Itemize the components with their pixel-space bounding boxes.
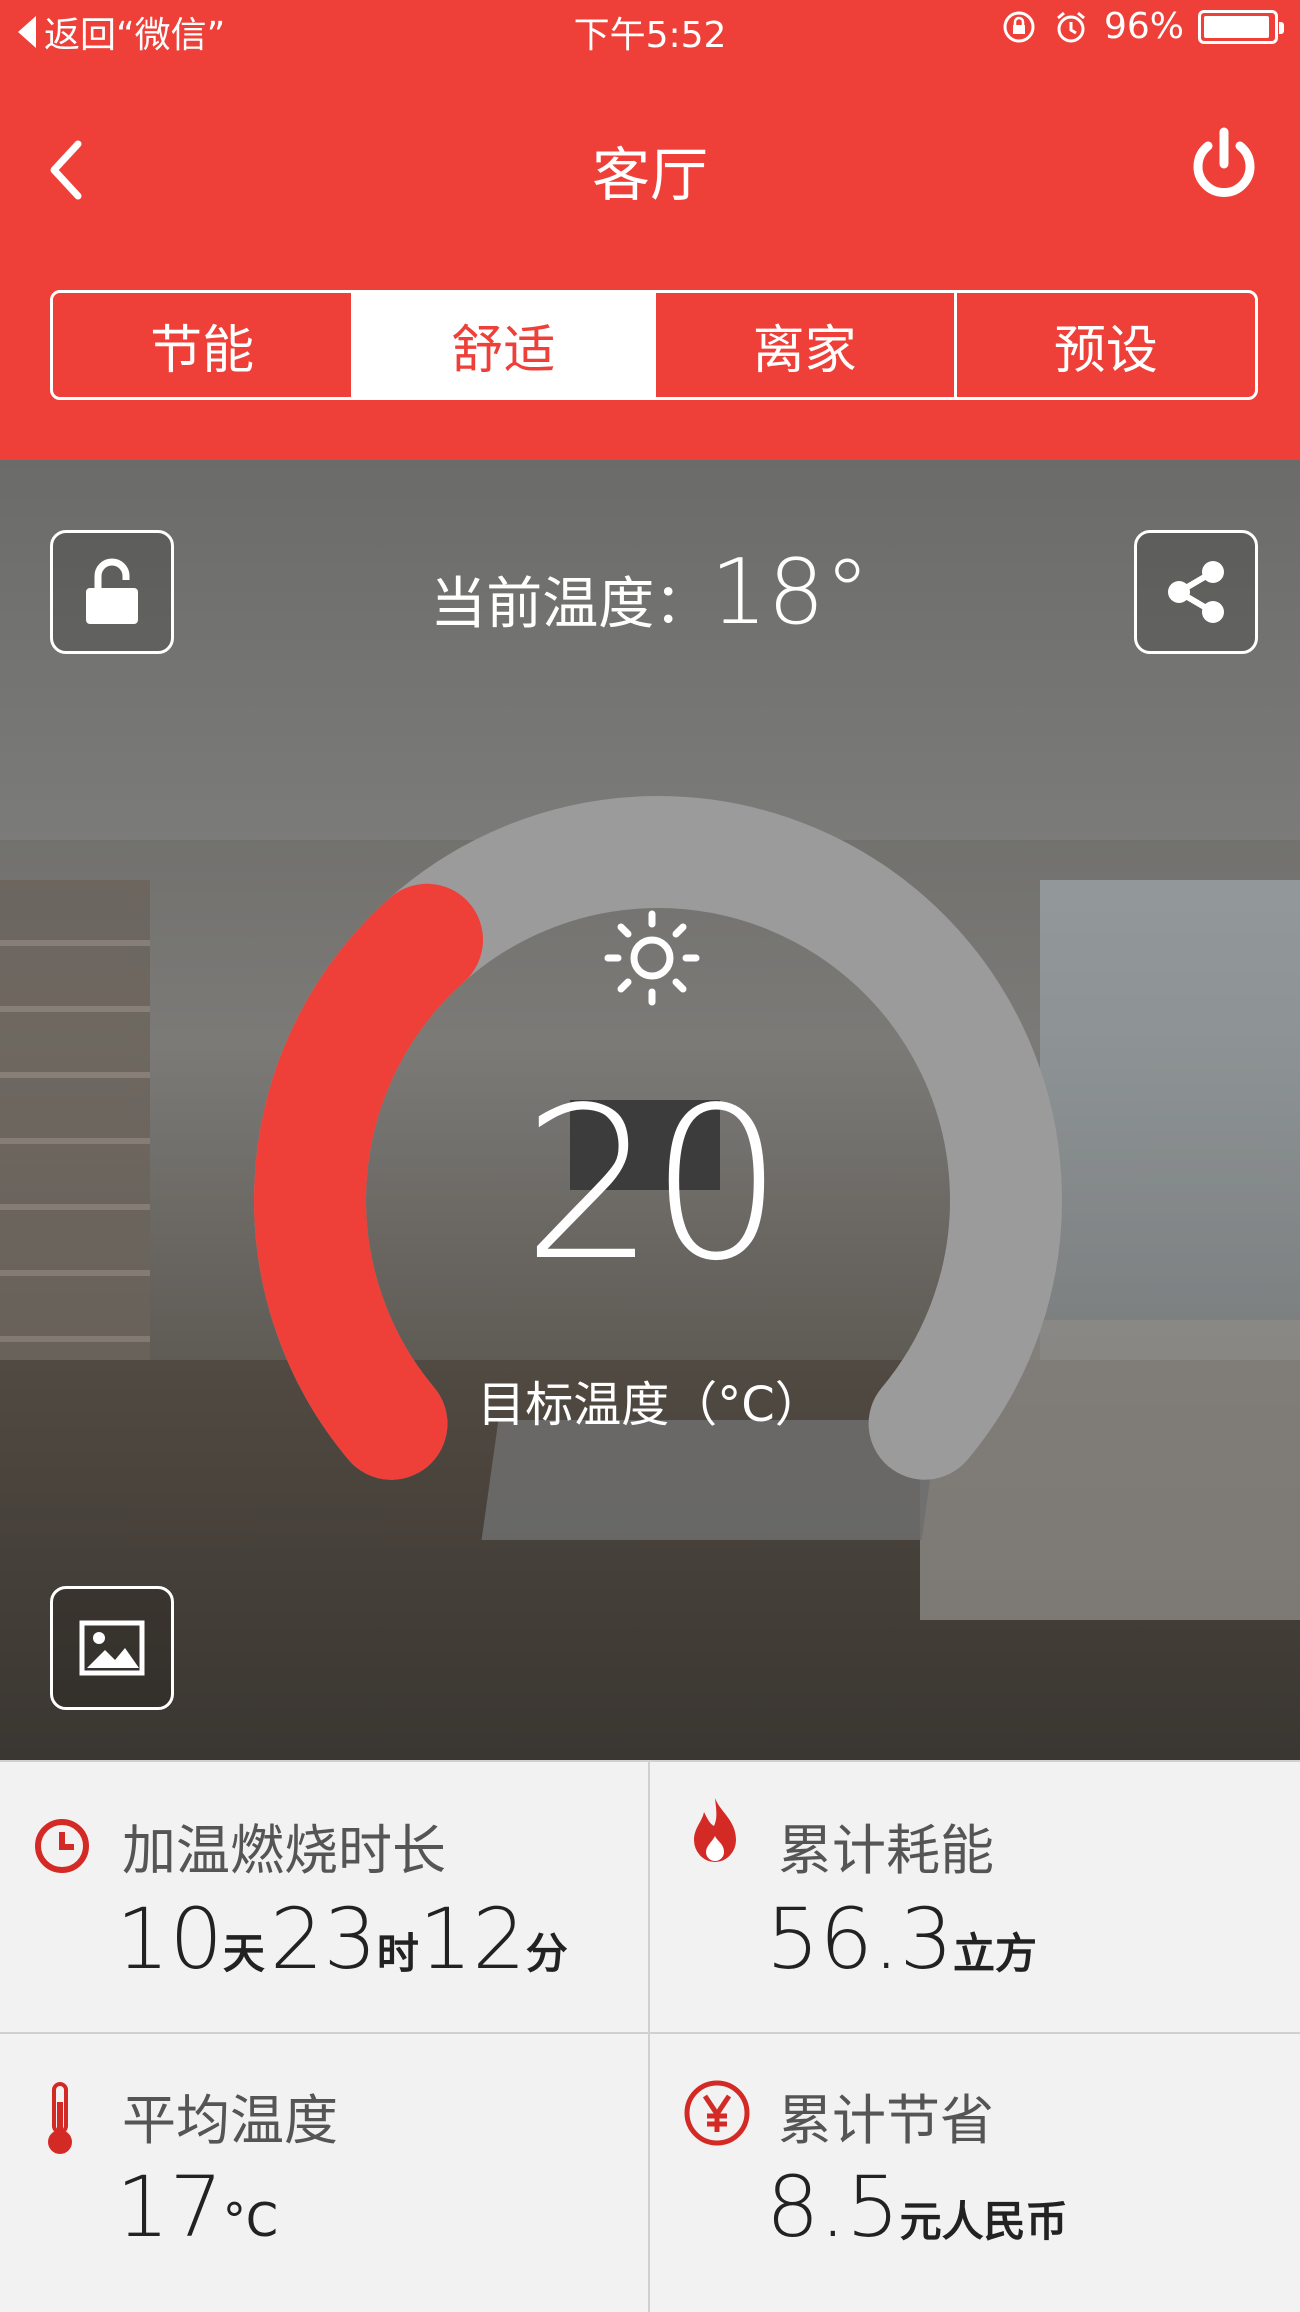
clock-icon [35,1819,89,1873]
target-temp-value: 20 [522,1062,783,1307]
avg-temp-label: 平均温度 [122,2089,338,2152]
burn-time-label: 加温燃烧时长 [122,1819,446,1882]
burn-days-unit: 天 [222,1929,265,1978]
stat-burn-time: 加温燃烧时长 10天 23时12分 [0,1762,648,2032]
sun-icon [604,910,700,1006]
avg-temp-amount: 17 [116,2158,223,2256]
stat-energy: 累计耗能 56.3立方 [650,1762,1300,2032]
thermometer-icon [48,2082,72,2154]
burn-minutes: 12 [418,1890,526,1988]
tab-energy-saving[interactable]: 节能 [53,293,355,397]
page-title: 客厅 [591,141,708,209]
burn-minutes-unit: 分 [525,1929,568,1978]
tab-preset[interactable]: 预设 [957,293,1255,397]
stats-panel: 加温燃烧时长 10天 23时12分 累计耗能 56.3立方 平均温度 17°C [0,1760,1300,2312]
burn-time-value: 10天 23时12分 [116,1890,568,1988]
target-temp-label: 目标温度（°C） [477,1377,823,1433]
rotation-lock-icon [1003,11,1035,42]
avg-temp-value: 17°C [116,2158,278,2256]
savings-label: 累计节省 [778,2089,994,2152]
energy-amount: 56.3 [766,1890,954,1988]
battery-icon [1198,9,1284,44]
tab-comfort[interactable]: 舒适 [354,293,656,397]
status-bar: 返回“微信” 下午5:52 96% [0,0,1300,60]
yen-icon [684,2080,750,2146]
power-icon[interactable] [1186,124,1262,204]
alarm-icon [1057,11,1085,42]
savings-value: 8.5元人民币 [766,2158,1068,2256]
stat-savings: 累计节省 8.5元人民币 [650,2034,1300,2312]
image-icon [79,1620,145,1676]
change-background-button[interactable] [50,1586,174,1710]
flame-icon [694,1798,736,1862]
header: 返回“微信” 下午5:52 96% 客厅 节能 舒适 离家 预设 [0,0,1300,460]
burn-days: 10 [116,1890,223,1988]
stat-avg-temp: 平均温度 17°C [0,2034,648,2312]
avg-temp-unit: °C [222,2193,279,2247]
mode-tabs: 节能 舒适 离家 预设 [50,290,1258,400]
energy-label: 累计耗能 [778,1819,994,1882]
room-scene: 当前温度：18° 20 目标温度（°C） [0,460,1300,1760]
battery-percent: 96% [1103,6,1184,47]
savings-amount: 8.5 [766,2158,900,2256]
burn-hours-unit: 时 [376,1929,419,1978]
tab-away[interactable]: 离家 [656,293,957,397]
savings-unit: 元人民币 [899,2197,1068,2246]
status-indicators: 96% [1000,6,1284,47]
burn-hours: 23 [270,1890,377,1988]
energy-value: 56.3立方 [766,1890,1037,1988]
energy-unit: 立方 [953,1929,1038,1978]
